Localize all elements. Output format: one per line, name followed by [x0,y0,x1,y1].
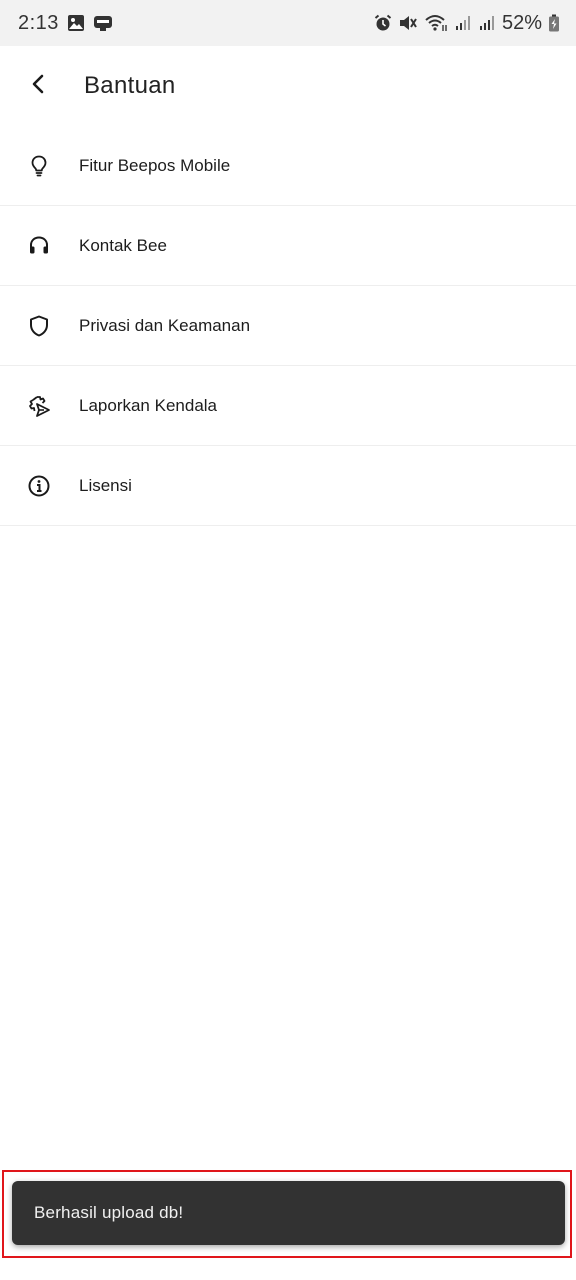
signal-icon [478,14,496,32]
menu-item-fitur-beepos-mobile[interactable]: Fitur Beepos Mobile [0,126,576,206]
menu-item-laporkan-kendala[interactable]: Laporkan Kendala [0,366,576,446]
page-title: Bantuan [84,72,176,99]
menu-item-label: Lisensi [79,475,132,495]
menu-item-privasi-dan-keamanan[interactable]: Privasi dan Keamanan [0,286,576,366]
snackbar-message: Berhasil upload db! [34,1203,184,1222]
back-button[interactable] [11,58,67,114]
signal-icon [454,14,472,32]
status-left: 2:13 [18,12,113,35]
status-right: 52% [374,12,560,35]
menu-item-label: Fitur Beepos Mobile [79,155,231,175]
help-menu-list: Fitur Beepos Mobile Kontak Bee Privasi d… [0,126,576,526]
menu-item-label: Laporkan Kendala [79,395,218,415]
gallery-icon [67,14,85,32]
menu-item-label: Privasi dan Keamanan [79,315,251,335]
mute-icon [398,14,418,32]
snackbar: Berhasil upload db! [12,1181,565,1245]
menu-item-label: Kontak Bee [79,235,167,255]
dept-app-icon [93,14,113,32]
status-bar: 2:13 52% [0,0,576,46]
menu-item-kontak-bee[interactable]: Kontak Bee [0,206,576,286]
report-send-icon [27,394,51,418]
shield-icon [27,314,51,338]
app-bar: Bantuan [0,46,576,126]
headset-icon [27,234,51,258]
status-time: 2:13 [18,11,59,34]
info-icon [27,474,51,498]
chevron-left-icon [27,72,51,101]
wifi-icon [424,14,448,32]
battery-icon [548,14,560,32]
lightbulb-icon [27,154,51,178]
alarm-icon [374,14,392,32]
battery-percentage: 52% [501,11,542,34]
menu-item-lisensi[interactable]: Lisensi [0,446,576,526]
